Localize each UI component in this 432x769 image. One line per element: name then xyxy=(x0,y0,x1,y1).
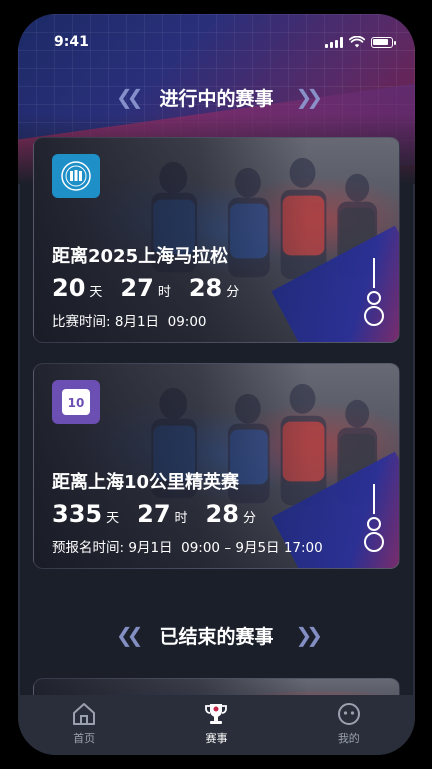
chevrons-left-icon: ❮❮ xyxy=(115,85,143,109)
race-card-10k-elite[interactable]: 10 距离上海10公里精英赛 335 天 27 时 28 分 预报名时间: 9月… xyxy=(33,363,400,569)
tab-events-label: 赛事 xyxy=(205,731,228,745)
hours-unit: 时 xyxy=(174,511,188,526)
home-icon xyxy=(73,702,96,725)
ended-section-title: ❮❮ 已结束的赛事 ❯❯ xyxy=(18,620,415,650)
chevrons-right-icon: ❯❯ xyxy=(295,85,323,109)
status-bar: 9:41 xyxy=(18,14,415,58)
countdown-days: 335 xyxy=(52,500,103,528)
ongoing-section-title: ❮❮ 进行中的赛事 ❯❯ xyxy=(18,82,415,112)
ended-title-text: 已结束的赛事 xyxy=(159,625,274,648)
wifi-icon xyxy=(349,36,365,48)
tab-home-label: 首页 xyxy=(73,731,96,745)
countdown: 335 天 27 时 28 分 xyxy=(52,500,274,528)
bottom-tab-bar: 首页 赛事 我的 xyxy=(18,695,415,755)
countdown-hours: 27 xyxy=(137,500,171,528)
pre-registration-time: 预报名时间: 9月1日 09:00 – 9月5日 17:00 xyxy=(52,536,323,556)
card-title: 距离2025上海马拉松 xyxy=(52,246,229,267)
tab-profile-label: 我的 xyxy=(337,731,360,745)
hours-unit: 时 xyxy=(157,285,171,300)
tab-home[interactable]: 首页 xyxy=(44,701,124,746)
countdown: 20 天 27 时 28 分 xyxy=(52,274,257,302)
profile-face-icon xyxy=(337,702,360,725)
countdown-minutes: 28 xyxy=(205,500,239,528)
pre-registration-value: 9月1日 09:00 – 9月5日 17:00 xyxy=(128,540,323,556)
trophy-icon xyxy=(205,703,228,724)
tab-profile[interactable]: 我的 xyxy=(309,701,389,746)
minutes-unit: 分 xyxy=(226,285,240,300)
days-unit: 天 xyxy=(89,285,103,300)
chevrons-left-icon: ❮❮ xyxy=(115,623,143,647)
battery-icon xyxy=(371,36,396,48)
pre-registration-label: 预报名时间: xyxy=(52,540,125,556)
shanghai-marathon-logo-icon xyxy=(52,154,100,198)
race-time-label: 比赛时间: xyxy=(52,314,111,330)
countdown-minutes: 28 xyxy=(188,274,223,302)
medal-icon xyxy=(364,258,384,326)
status-time: 9:41 xyxy=(54,34,89,50)
ongoing-title-text: 进行中的赛事 xyxy=(159,87,274,110)
days-unit: 天 xyxy=(106,511,120,526)
race-time: 比赛时间: 8月1日 09:00 xyxy=(52,310,207,330)
cellular-signal-icon xyxy=(325,36,343,48)
card-title: 距离上海10公里精英赛 xyxy=(52,472,240,493)
phone-screen: 9:41 ❮❮ 进行中的赛事 ❯❯ 距离2025上海马拉松 20 天 27 时 … xyxy=(18,14,415,755)
chevrons-right-icon: ❯❯ xyxy=(295,623,323,647)
countdown-hours: 27 xyxy=(120,274,154,302)
svg-text:10: 10 xyxy=(68,396,85,410)
10k-race-logo-icon: 10 xyxy=(52,380,100,424)
medal-icon xyxy=(364,484,384,552)
race-card-shanghai-marathon[interactable]: 距离2025上海马拉松 20 天 27 时 28 分 比赛时间: 8月1日 09… xyxy=(33,137,400,343)
minutes-unit: 分 xyxy=(242,511,256,526)
tab-events[interactable]: 赛事 xyxy=(176,701,256,746)
countdown-days: 20 xyxy=(52,274,86,302)
race-time-value: 8月1日 09:00 xyxy=(114,314,207,330)
